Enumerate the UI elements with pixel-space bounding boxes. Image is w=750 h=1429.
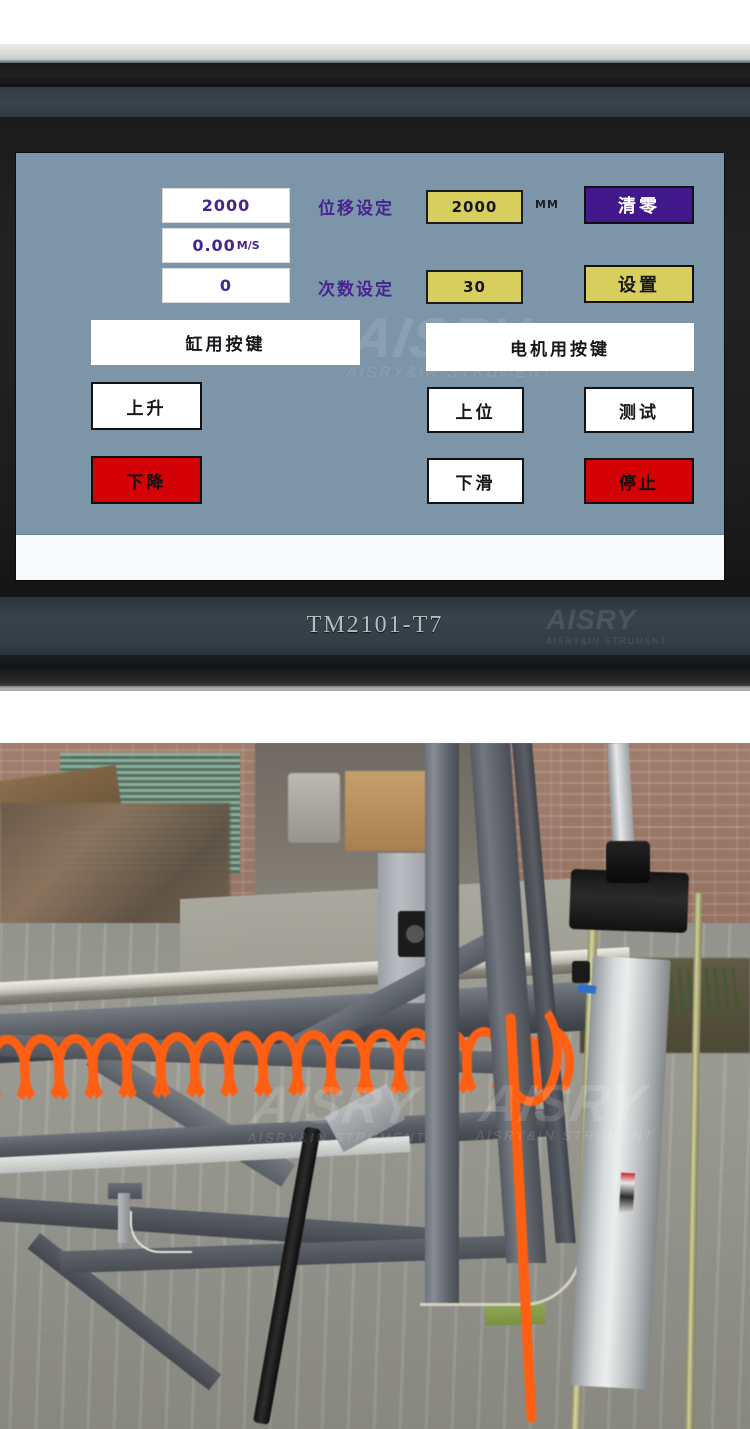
current-displacement-value: 2000 [201,196,251,215]
photo-limit-switch-post [118,1193,130,1243]
motor-upper-position-button[interactable]: 上位 [427,387,524,433]
photo-cylinder-cap [606,841,650,883]
final-speed-readout: 0.00 M/S [162,228,290,263]
cylinder-down-button-label: 下降 [126,472,167,493]
motor-stop-button[interactable]: 停止 [584,458,694,504]
photo-cylinder-label [618,1172,636,1214]
count-setpoint-value: 30 [463,278,486,296]
setting-label-text-0: 位移设定 [318,198,394,219]
photo-sensor-lens [406,925,424,943]
settings-button[interactable]: 设置 [584,265,694,303]
photo-gap [0,691,750,700]
final-speed-value: 0.00 [192,236,236,255]
clear-zero-button-label: 清零 [618,196,660,217]
cylinder-up-button[interactable]: 上升 [91,382,202,430]
displacement-setpoint-value: 2000 [451,198,498,216]
cylinder-group-header: 缸用按键 [91,320,360,365]
final-speed-unit: M/S [236,239,260,252]
current-displacement-readout: 2000 [162,188,290,223]
setting-label-text-1: 次数设定 [318,279,394,300]
settings-button-label: 设置 [618,275,660,296]
photo-bin [288,773,340,843]
hmi-device-photo: AISRY AISRY&IN STRUMENT 当前位移 2000 位移设定 2… [0,0,750,700]
setting-label-1: 次数设定 [318,271,394,303]
clear-zero-button[interactable]: 清零 [584,186,694,224]
displacement-setpoint-input[interactable]: 2000 [426,190,523,224]
motor-slide-down-button[interactable]: 下滑 [427,458,524,504]
hmi-status-bar [16,534,724,580]
displacement-unit-label: MM [535,198,559,211]
test-rig-photo: AISRY AISRY&IN STRUMENT AISRY AISRY&IN S… [0,743,750,1429]
count-setpoint-input[interactable]: 30 [426,270,523,304]
cylinder-up-button-label: 上升 [126,398,167,419]
motor-test-button-label: 测试 [619,402,659,423]
photo-cable-clip [572,961,590,983]
cylinder-group-header-label: 缸用按键 [185,335,266,355]
device-chin-shadow [0,655,750,669]
cylinder-down-button[interactable]: 下降 [91,456,202,504]
photo-top-margin [0,0,750,44]
motor-group-header: 电机用按键 [426,323,694,371]
hmi-screen: AISRY AISRY&IN STRUMENT 当前位移 2000 位移设定 2… [16,153,724,580]
motor-stop-button-label: 停止 [619,473,659,494]
product-page: AISRY AISRY&IN STRUMENT 当前位移 2000 位移设定 2… [0,0,750,1429]
device-slate-band [0,87,750,119]
device-bezel-upper-band [0,63,750,87]
motor-test-button[interactable]: 测试 [584,387,694,433]
photo-main-column [425,743,459,1303]
motor-group-header-label: 电机用按键 [510,339,610,360]
test-count-readout: 0 [162,268,290,303]
setting-label-0: 位移设定 [318,190,394,222]
motor-slide-down-button-label: 下滑 [455,473,496,494]
motor-upper-position-button-label: 上位 [455,402,496,423]
test-count-value: 0 [219,276,233,295]
device-model-label: TM2101-T7 [306,612,444,638]
